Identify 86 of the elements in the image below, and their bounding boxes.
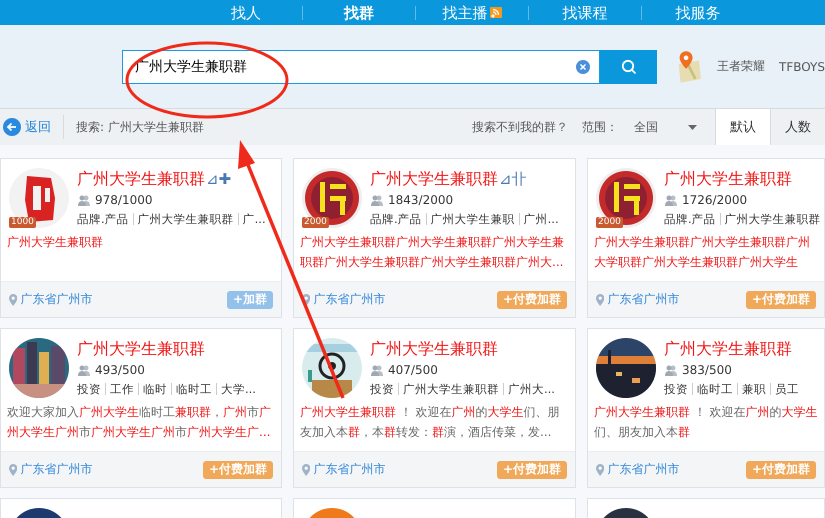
rss-badge-icon xyxy=(490,7,502,18)
level-badge: 2000 xyxy=(596,217,623,228)
title-symbols: ⊿卝 xyxy=(499,170,527,188)
group-title[interactable]: 广州大学生兼职群 xyxy=(664,338,792,360)
members-icon xyxy=(664,194,678,206)
location-link[interactable]: 广东省广州市 xyxy=(313,461,386,478)
range-dropdown[interactable]: 全国 xyxy=(634,118,697,136)
group-description: 广州大学生兼职群 xyxy=(6,234,104,251)
group-tag: 工作 xyxy=(105,383,138,395)
group-title[interactable]: 广州大学生兼职群 xyxy=(664,168,792,190)
group-tag: 大学... xyxy=(216,383,260,395)
members-icon xyxy=(370,364,384,376)
location-link[interactable]: 广东省广州市 xyxy=(20,461,92,478)
group-title[interactable]: 广州大学生兼职群 xyxy=(370,338,498,360)
search-query-text: 搜索: 广州大学生兼职群 xyxy=(76,118,204,136)
nav-tab[interactable]: 找群 xyxy=(344,6,374,20)
member-count: 1843/2000 xyxy=(388,193,454,207)
group-tag: 临时工 xyxy=(692,383,737,395)
location-link[interactable]: 广东省广州市 xyxy=(607,291,680,308)
caret-icon xyxy=(688,124,697,130)
location-link[interactable]: 广东省广州市 xyxy=(607,461,680,478)
clear-icon[interactable] xyxy=(576,60,590,74)
group-description: 广州大学生兼职群 ！ 欢迎在广州的大学生们、朋友加入本群，本群转发：群演，酒店传菜，发... xyxy=(299,404,561,441)
location-pin-icon xyxy=(9,464,18,476)
join-button[interactable]: +付费加群 xyxy=(202,460,273,478)
join-button[interactable]: +付费加群 xyxy=(496,290,567,308)
group-tag: 投资 xyxy=(370,383,398,395)
group-tag: 广... xyxy=(238,213,270,225)
join-button[interactable]: +付费加群 xyxy=(496,460,567,478)
group-tag: 品牌.产品 xyxy=(370,213,426,225)
group-description: 广州大学生兼职群广州大学生兼职群广州大学职群广州大学生兼职群广州大学生 xyxy=(593,234,811,271)
sort-tab[interactable]: 人数 xyxy=(770,109,825,145)
location-pin-icon xyxy=(302,464,310,476)
location-pin-icon xyxy=(596,464,604,476)
group-title[interactable]: 广州大学生兼职群 xyxy=(77,168,205,190)
join-button[interactable]: +加群 xyxy=(226,290,273,308)
members-icon xyxy=(370,194,384,206)
hot-search-link[interactable]: TFBOYS xyxy=(779,60,825,74)
group-tag: 临时工 xyxy=(171,383,216,395)
location-pin-icon xyxy=(302,294,310,306)
search-button[interactable] xyxy=(600,50,658,84)
members-icon xyxy=(77,194,91,206)
group-tag: 广州... xyxy=(518,213,563,225)
member-count: 1726/2000 xyxy=(682,193,748,207)
member-count: 407/500 xyxy=(388,363,438,377)
nav-tab[interactable]: 找服务 xyxy=(676,6,720,20)
join-button[interactable]: +付费加群 xyxy=(746,290,816,308)
nav-tab[interactable]: 找主播 xyxy=(442,6,488,20)
hot-search-link[interactable]: 王者荣耀 xyxy=(717,58,765,75)
level-badge: 1000 xyxy=(9,217,36,228)
title-symbols: ⊿✚ xyxy=(206,170,232,188)
location-pin-icon xyxy=(9,294,18,306)
location-link[interactable]: 广东省广州市 xyxy=(313,291,386,308)
group-description: 广州大学生兼职群 ！ 欢迎在广州的大学生 们、朋友加入本群 xyxy=(593,404,819,441)
group-tag: 品牌.产品 xyxy=(664,213,720,225)
group-title[interactable]: 广州大学生兼职群 xyxy=(370,168,498,190)
join-button[interactable]: +付费加群 xyxy=(746,460,816,478)
search-icon xyxy=(620,58,637,74)
group-tag: 投资 xyxy=(664,383,692,395)
range-label: 范围： xyxy=(582,118,618,136)
group-description: 广州大学生兼职群广州大学生兼职群广州大学生兼职群广州大学生兼职群广州大学生兼职群广州大... xyxy=(299,234,565,271)
group-tag: 品牌.产品 xyxy=(77,213,133,225)
nav-tab[interactable]: 找课程 xyxy=(562,6,608,20)
group-tag: 广州大学生兼职群 xyxy=(132,213,238,225)
member-count: 978/1000 xyxy=(95,193,152,207)
group-tag: 广州大学生兼职群 xyxy=(720,213,825,225)
members-icon xyxy=(664,364,678,376)
group-description: 欢迎大家加入广州大学生临时工兼职群，广州市广州大学生广州市广州大学生广州市广州大学生广... xyxy=(6,404,272,441)
members-icon xyxy=(77,364,91,376)
back-link[interactable]: 返回 xyxy=(0,115,64,139)
group-tag: 广州大... xyxy=(503,383,559,395)
group-tag: 广州大学生兼职群 xyxy=(398,383,503,395)
group-tag: 员工 xyxy=(770,383,803,395)
nav-tab[interactable]: 找人 xyxy=(231,6,261,20)
group-tag: 投资 xyxy=(77,383,105,395)
group-tag: 广州大学生兼职 xyxy=(426,213,519,225)
level-badge: 2000 xyxy=(302,217,329,228)
sort-tab[interactable]: 默认 xyxy=(715,109,770,145)
group-tag: 兼职 xyxy=(737,383,770,395)
group-title[interactable]: 广州大学生兼职群 xyxy=(77,338,205,360)
member-count: 493/500 xyxy=(95,363,145,377)
location-pin-icon xyxy=(596,294,604,306)
location-link[interactable]: 广东省广州市 xyxy=(20,291,92,308)
member-count: 383/500 xyxy=(682,363,732,377)
help-link[interactable]: 搜索不到我的群？ xyxy=(472,118,568,136)
group-tag: 临时 xyxy=(138,383,171,395)
